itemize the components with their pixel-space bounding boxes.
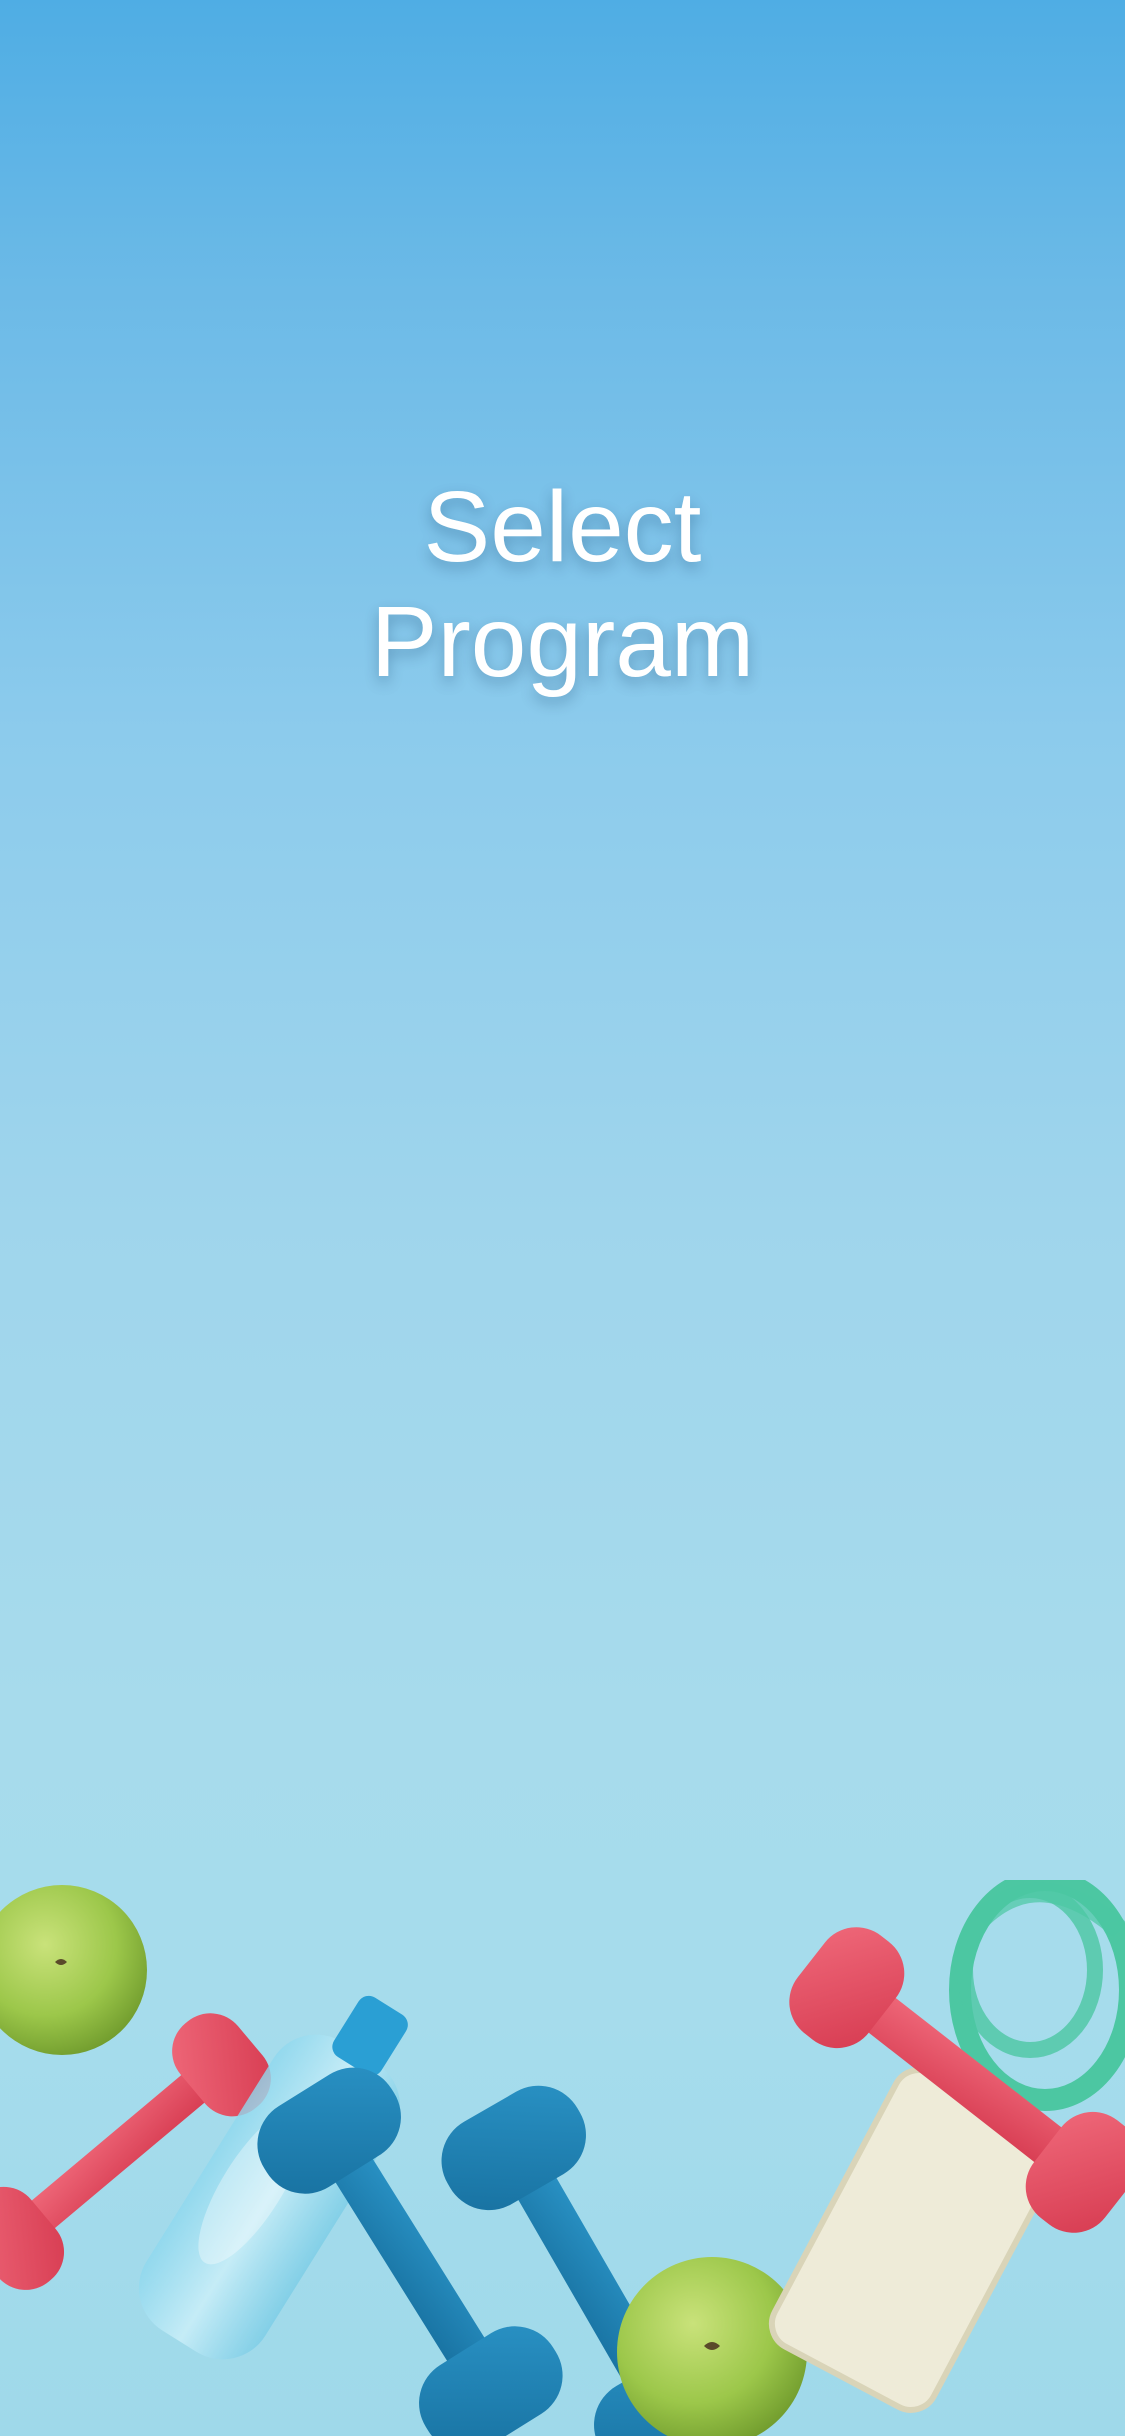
- program-select-screen: Select Program: [0, 0, 1125, 2436]
- fitness-props-illustration: [0, 1880, 1125, 2436]
- title-line-2: Program: [370, 586, 755, 698]
- page-title: Select Program: [0, 470, 1125, 700]
- apple-icon: [617, 2257, 807, 2436]
- apple-icon: [0, 1885, 147, 2055]
- measuring-tape-icon: [949, 1880, 1125, 2111]
- fitness-props-svg: [0, 1880, 1125, 2436]
- title-line-1: Select: [423, 471, 702, 583]
